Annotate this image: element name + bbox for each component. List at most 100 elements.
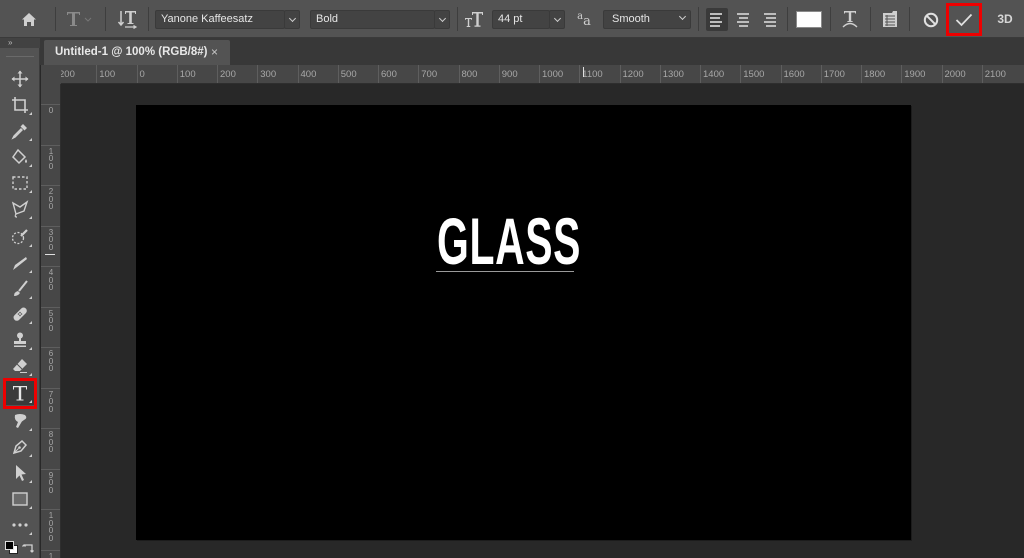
rectangle-tool[interactable] bbox=[6, 487, 34, 511]
gradient-tool[interactable] bbox=[6, 251, 34, 275]
lasso-tool[interactable] bbox=[6, 197, 34, 221]
more-icon bbox=[12, 523, 28, 527]
align-left-button[interactable] bbox=[706, 8, 728, 31]
ruler-tick-label: 9 0 0 bbox=[41, 468, 60, 495]
font-family-dropdown[interactable] bbox=[284, 10, 300, 29]
commit-checkmark-icon bbox=[955, 13, 973, 26]
ruler-tick-label: 300 bbox=[257, 65, 276, 83]
paint-bucket-tool[interactable] bbox=[6, 145, 34, 169]
ruler-tick-label: 4 0 0 bbox=[41, 266, 60, 292]
font-size-dropdown[interactable] bbox=[549, 10, 565, 29]
options-bar: Yanone Kaffeesatz Bold 44 pt aa Smooth 3… bbox=[0, 0, 1024, 38]
quick-selection-icon bbox=[11, 229, 28, 245]
type-tool-icon bbox=[67, 12, 92, 26]
close-tab-icon[interactable]: × bbox=[211, 40, 218, 65]
ruler-origin[interactable] bbox=[41, 65, 61, 84]
ruler-tick-label: 1000 bbox=[539, 65, 563, 83]
ruler-tick-label: 100 bbox=[176, 65, 196, 83]
move-icon bbox=[11, 70, 29, 88]
font-size-field[interactable]: 44 pt bbox=[492, 10, 550, 29]
rectangle-icon bbox=[12, 492, 28, 506]
marquee-icon bbox=[12, 176, 28, 190]
ruler-tick-label: 3 0 0 bbox=[41, 225, 60, 252]
panel-collapse-button[interactable]: » bbox=[0, 38, 40, 48]
font-style-field[interactable]: Bold bbox=[310, 10, 435, 29]
chevron-down-icon bbox=[678, 12, 687, 21]
quick-selection-tool[interactable] bbox=[6, 225, 34, 249]
ruler-tick-label: 400 bbox=[297, 65, 316, 83]
ruler-tick-label: 1900 bbox=[901, 65, 925, 83]
document-tab[interactable]: Untitled-1 @ 100% (RGB/8#) × bbox=[44, 40, 230, 65]
align-center-button[interactable] bbox=[732, 8, 754, 31]
ruler-tick-label: 1 bbox=[41, 549, 60, 558]
ruler-tick-label: 1400 bbox=[700, 65, 724, 83]
stamp-icon bbox=[14, 332, 26, 347]
cancel-icon[interactable] bbox=[920, 9, 942, 31]
type-tool[interactable] bbox=[6, 381, 34, 405]
gradient-icon bbox=[13, 257, 27, 270]
pen-tool[interactable] bbox=[6, 435, 34, 459]
antialias-icon: aa bbox=[577, 10, 591, 29]
tool-preset-picker[interactable] bbox=[62, 8, 96, 30]
ruler-tick-label: 100 bbox=[96, 65, 115, 83]
healing-brush-tool[interactable] bbox=[6, 302, 34, 326]
fg-bg-color-icon[interactable] bbox=[5, 541, 18, 554]
clone-stamp-tool[interactable] bbox=[6, 328, 34, 352]
smudge-icon bbox=[14, 414, 27, 428]
text-layer-glass[interactable]: GLASS bbox=[437, 206, 581, 276]
antialias-field[interactable]: Smooth bbox=[603, 10, 691, 29]
warp-text-icon[interactable] bbox=[839, 8, 861, 30]
ruler-tick-label: 1600 bbox=[780, 65, 805, 83]
ruler-tick-label: 900 bbox=[498, 65, 518, 83]
ruler-tick-label: 600 bbox=[378, 65, 397, 83]
character-paragraph-panels-icon[interactable] bbox=[879, 8, 901, 30]
font-family-field[interactable]: Yanone Kaffeesatz bbox=[155, 10, 285, 29]
ruler-tick-label: 1 0 0 bbox=[41, 144, 60, 171]
brush-tool[interactable] bbox=[6, 277, 34, 301]
arrow-icon bbox=[16, 465, 26, 481]
font-style-dropdown[interactable] bbox=[434, 10, 450, 29]
commit-button[interactable] bbox=[946, 3, 982, 36]
paint-bucket-icon bbox=[12, 148, 27, 165]
ruler-tick-label: 2100 bbox=[981, 65, 1006, 83]
text-baseline bbox=[436, 271, 574, 272]
bandage-icon bbox=[13, 307, 27, 321]
ruler-tick-label: 1700 bbox=[820, 65, 845, 83]
swap-colors-icon[interactable] bbox=[22, 541, 36, 554]
ruler-tick-label: 2000 bbox=[941, 65, 966, 83]
ruler-tick-label: 800 bbox=[458, 65, 477, 83]
document-canvas[interactable] bbox=[136, 105, 911, 540]
smudge-tool[interactable] bbox=[6, 409, 34, 433]
home-icon[interactable] bbox=[18, 9, 40, 29]
eyedropper-tool[interactable] bbox=[6, 119, 34, 143]
chevron-down-icon bbox=[553, 14, 561, 22]
antialias-value: Smooth bbox=[612, 13, 650, 25]
eraser-tool[interactable] bbox=[6, 354, 34, 378]
vertical-ruler[interactable]: 0 1 0 0 2 0 0 3 0 0 4 0 0 5 0 0 6 0 0 7 0 0 8 0 … bbox=[41, 84, 61, 558]
type-icon bbox=[13, 386, 27, 401]
rectangular-marquee-tool[interactable] bbox=[6, 171, 34, 195]
crop-tool[interactable] bbox=[6, 93, 34, 117]
cursor-position-marker bbox=[583, 67, 584, 77]
font-size-icon bbox=[463, 9, 485, 29]
brush-icon bbox=[14, 280, 28, 296]
move-tool[interactable] bbox=[6, 67, 34, 91]
lasso-icon bbox=[11, 200, 29, 218]
ruler-tick-label: 200 bbox=[217, 65, 236, 83]
chevron-down-icon bbox=[438, 14, 446, 22]
horizontal-ruler[interactable]: 2001000100200300400500600700800900100011… bbox=[61, 65, 1024, 84]
ruler-tick-label: 8 0 0 bbox=[41, 428, 60, 454]
text-color-swatch[interactable] bbox=[796, 11, 822, 28]
ruler-tick-label: 0 bbox=[41, 104, 60, 115]
align-right-button[interactable] bbox=[758, 8, 780, 31]
edit-toolbar-button[interactable] bbox=[6, 513, 34, 537]
3d-button[interactable]: 3D bbox=[993, 9, 1017, 29]
document-tab-title: Untitled-1 @ 100% (RGB/8#) bbox=[55, 46, 208, 58]
ruler-tick-label: 700 bbox=[418, 65, 437, 83]
ruler-tick-label: 1200 bbox=[619, 65, 644, 83]
ruler-tick-label: 7 0 0 bbox=[41, 387, 60, 414]
text-orientation-icon[interactable] bbox=[115, 8, 141, 30]
path-selection-tool[interactable] bbox=[6, 461, 34, 485]
photoshop-window: Yanone Kaffeesatz Bold 44 pt aa Smooth 3… bbox=[0, 0, 1024, 558]
ruler-tick-label: 1800 bbox=[861, 65, 885, 83]
